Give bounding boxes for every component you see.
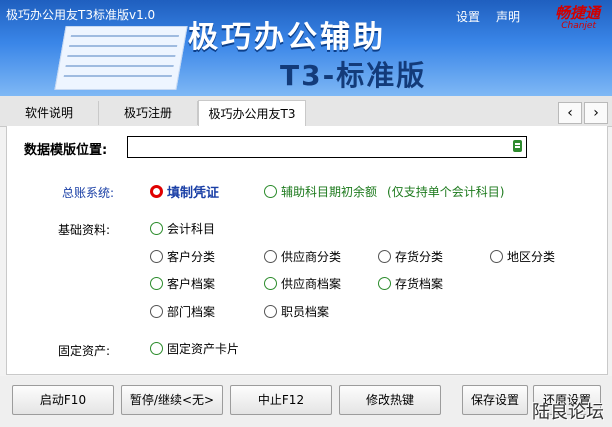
header-links: 设置 声明 [456, 8, 520, 25]
brand-logo-sub: Chanjet [561, 21, 596, 31]
radio-customer-file[interactable]: 客户档案 [150, 275, 215, 292]
radio-staff-file[interactable]: 职员档案 [264, 303, 329, 320]
excel-file-icon[interactable] [513, 140, 522, 152]
banner-edition: T3-标准版 [280, 59, 427, 92]
hotkey-button[interactable]: 修改热键 [339, 385, 441, 415]
radio-icon [378, 277, 391, 290]
radio-region-category[interactable]: 地区分类 [490, 248, 555, 265]
radio-icon [150, 277, 163, 290]
radio-customer-category[interactable]: 客户分类 [150, 248, 215, 265]
radio-icon [150, 250, 163, 263]
forum-watermark: 陆良论坛 [532, 402, 604, 423]
fixed-asset-label: 固定资产: [58, 344, 111, 358]
radio-fill-voucher[interactable]: 填制凭证 [150, 182, 219, 201]
radio-supplier-category[interactable]: 供应商分类 [264, 248, 341, 265]
radio-icon [490, 250, 503, 263]
radio-icon [264, 250, 277, 263]
banner-headline: 极巧办公辅助 [188, 20, 386, 55]
radio-department-file[interactable]: 部门档案 [150, 303, 215, 320]
stop-button[interactable]: 中止F12 [230, 385, 332, 415]
tab-t3-tool[interactable]: 极巧办公用友T3 [198, 100, 306, 128]
radio-supplier-file[interactable]: 供应商档案 [264, 275, 341, 292]
document-illustration [54, 26, 188, 90]
radio-icon [264, 185, 277, 198]
radio-account-subject[interactable]: 会计科目 [150, 220, 215, 237]
radio-inventory-category[interactable]: 存货分类 [378, 248, 443, 265]
radio-icon [150, 305, 163, 318]
radio-icon [264, 305, 277, 318]
tab-software-info[interactable]: 软件说明 [0, 101, 99, 125]
radio-aux-opening-balance[interactable]: 辅助科目期初余额 (仅支持单个会计科目) [264, 183, 504, 200]
radio-icon [264, 277, 277, 290]
template-path-input[interactable] [127, 136, 527, 158]
radio-checked-icon [150, 185, 163, 198]
header-banner: 极巧办公用友T3标准版v1.0 设置 声明 畅捷通 Chanjet 极巧办公辅助… [0, 0, 612, 96]
start-button[interactable]: 启动F10 [12, 385, 114, 415]
radio-icon [150, 342, 163, 355]
save-settings-button[interactable]: 保存设置 [462, 385, 528, 415]
pause-resume-button[interactable]: 暂停/继续<无> [121, 385, 223, 415]
tab-registration[interactable]: 极巧注册 [99, 101, 198, 125]
radio-icon [378, 250, 391, 263]
tab-prev-button[interactable]: ‹ [558, 102, 582, 124]
settings-link[interactable]: 设置 [456, 8, 480, 25]
window-title: 极巧办公用友T3标准版v1.0 [6, 8, 156, 22]
aux-note: (仅支持单个会计科目) [387, 185, 505, 199]
basic-label: 基础资料: [58, 223, 111, 237]
brand-logo: 畅捷通 [554, 4, 600, 22]
tab-next-button[interactable]: › [584, 102, 608, 124]
template-path-label: 数据模版位置: [24, 143, 108, 158]
radio-icon [150, 222, 163, 235]
tab-bar: 软件说明 极巧注册 极巧办公用友T3 [0, 96, 612, 128]
statement-link[interactable]: 声明 [496, 8, 520, 25]
radio-fixed-asset-card[interactable]: 固定资产卡片 [150, 340, 239, 357]
ledger-label: 总账系统: [62, 186, 115, 200]
radio-inventory-file[interactable]: 存货档案 [378, 275, 443, 292]
